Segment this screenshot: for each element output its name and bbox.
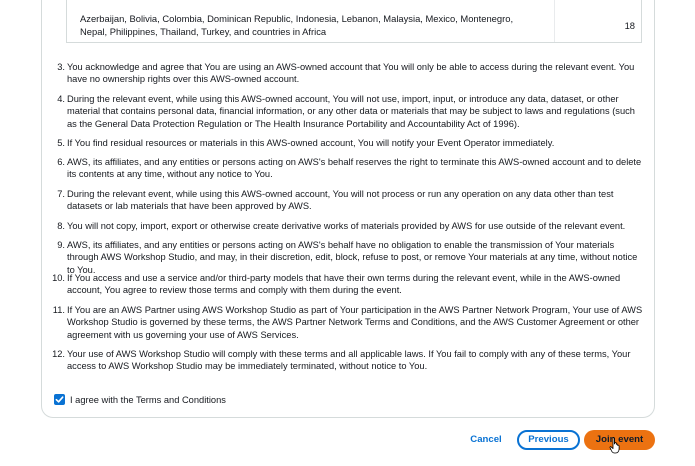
term-number: 12. — [52, 349, 65, 359]
term-text: You will not copy, import, export or oth… — [67, 221, 626, 231]
term-text: AWS, its affiliates, and any entities or… — [67, 157, 642, 180]
term-text: If You are an AWS Partner using AWS Work… — [67, 305, 643, 340]
term-number: 10. — [52, 273, 65, 283]
hand-pointer-icon — [609, 437, 620, 454]
term-text: AWS, its affiliates, and any entities or… — [67, 240, 638, 275]
region-countries-cell: Azerbaijan, Bolivia, Colombia, Dominican… — [80, 13, 514, 37]
region-table: Azerbaijan, Bolivia, Colombia, Dominican… — [66, 0, 642, 43]
term-text: During the relevant event, while using t… — [67, 189, 614, 212]
region-count-cell: 18 — [624, 20, 635, 31]
term-number: 9. — [57, 240, 65, 250]
term-number: 11. — [52, 305, 65, 315]
term-number: 4. — [57, 94, 65, 104]
term-text: During the relevant event, while using t… — [67, 94, 635, 129]
term-number: 8. — [57, 221, 65, 231]
table-column-divider — [554, 0, 555, 42]
term-number: 6. — [57, 157, 65, 167]
term-number: 3. — [57, 62, 65, 72]
term-text: Your use of AWS Workshop Studio will com… — [67, 349, 631, 372]
checkmark-icon — [55, 396, 64, 403]
term-text: You acknowledge and agree that You are u… — [67, 62, 635, 85]
previous-button[interactable]: Previous — [517, 430, 580, 450]
agree-row: I agree with the Terms and Conditions — [54, 393, 226, 406]
page: Azerbaijan, Bolivia, Colombia, Dominican… — [0, 0, 695, 466]
term-text: If You access and use a service and/or t… — [67, 273, 621, 296]
cancel-button[interactable]: Cancel — [466, 431, 506, 449]
term-number: 7. — [57, 189, 65, 199]
agree-label[interactable]: I agree with the Terms and Conditions — [70, 395, 226, 405]
agree-checkbox[interactable] — [54, 394, 65, 405]
term-number: 5. — [57, 138, 65, 148]
term-text: If You find residual resources or materi… — [67, 138, 555, 148]
